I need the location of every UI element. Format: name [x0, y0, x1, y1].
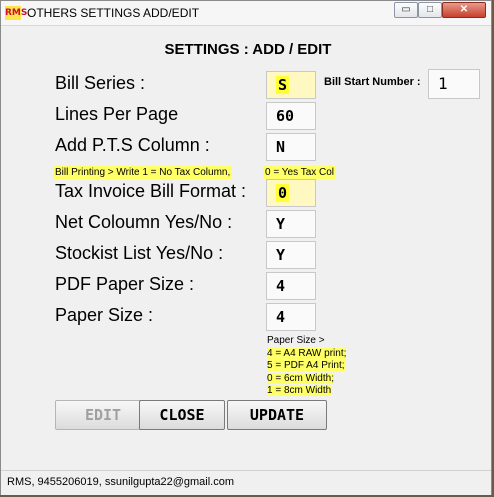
pdf-paper-size-input[interactable]: 4	[266, 272, 316, 300]
paper-size-note-line: Paper Size >	[267, 335, 325, 346]
maximize-button[interactable]: □	[418, 2, 442, 18]
lines-per-page-label: Lines Per Page	[55, 104, 179, 124]
app-logo-icon: RMS	[5, 6, 28, 20]
bill-start-number-label: Bill Start Number :	[324, 76, 421, 88]
stockist-list-label: Stockist List Yes/No :	[55, 243, 224, 263]
paper-size-note-line: 0 = 6cm Width;	[267, 372, 334, 384]
edit-button[interactable]: EDIT	[55, 400, 151, 430]
tax-invoice-format-value: 0	[276, 184, 290, 202]
pdf-paper-size-label: PDF Paper Size :	[55, 274, 195, 294]
close-button[interactable]: CLOSE	[139, 400, 225, 430]
net-column-input[interactable]: Y	[266, 210, 316, 238]
window-title: OTHERS SETTINGS ADD/EDIT	[27, 6, 200, 20]
paper-size-note-line: 4 = A4 RAW print;	[267, 347, 347, 359]
settings-window: RMS OTHERS SETTINGS ADD/EDIT ▭ □ ✕ SETTI…	[0, 0, 492, 495]
stockist-list-input[interactable]: Y	[266, 241, 316, 269]
window-close-button[interactable]: ✕	[442, 2, 486, 18]
tax-col-note: 0 = Yes Tax Col	[263, 166, 337, 179]
add-pts-column-label: Add P.T.S Column :	[55, 135, 210, 155]
net-column-label: Net Coloumn Yes/No :	[55, 212, 233, 232]
status-text: RMS, 9455206019, ssunilgupta22@gmail.com	[7, 476, 235, 488]
tax-invoice-format-input[interactable]: 0	[266, 179, 316, 207]
bill-start-number-input[interactable]: 1	[428, 69, 480, 99]
page-title: SETTINGS : ADD / EDIT	[164, 41, 332, 58]
paper-size-note-line: 1 = 8cm Width	[267, 385, 332, 396]
minimize-button[interactable]: ▭	[394, 2, 418, 18]
bill-series-label: Bill Series :	[55, 73, 146, 93]
tax-invoice-format-label: Tax Invoice Bill Format :	[55, 181, 247, 201]
lines-per-page-input[interactable]: 60	[266, 102, 316, 130]
update-button[interactable]: UPDATE	[227, 400, 327, 430]
bill-printing-note: Bill Printing > Write 1 = No Tax Column,	[53, 166, 233, 179]
title-bar[interactable]: RMS OTHERS SETTINGS ADD/EDIT ▭ □ ✕	[1, 1, 491, 26]
paper-size-note: Paper Size > 4 = A4 RAW print; 5 = PDF A…	[267, 335, 347, 398]
bill-series-value: S	[276, 76, 290, 94]
paper-size-note-line: 5 = PDF A4 Print;	[267, 360, 345, 371]
bill-series-input[interactable]: S	[266, 71, 316, 99]
paper-size-label: Paper Size :	[55, 305, 154, 325]
paper-size-input[interactable]: 4	[266, 303, 316, 331]
status-bar: RMS, 9455206019, ssunilgupta22@gmail.com	[1, 470, 491, 495]
add-pts-column-input[interactable]: N	[266, 133, 316, 161]
